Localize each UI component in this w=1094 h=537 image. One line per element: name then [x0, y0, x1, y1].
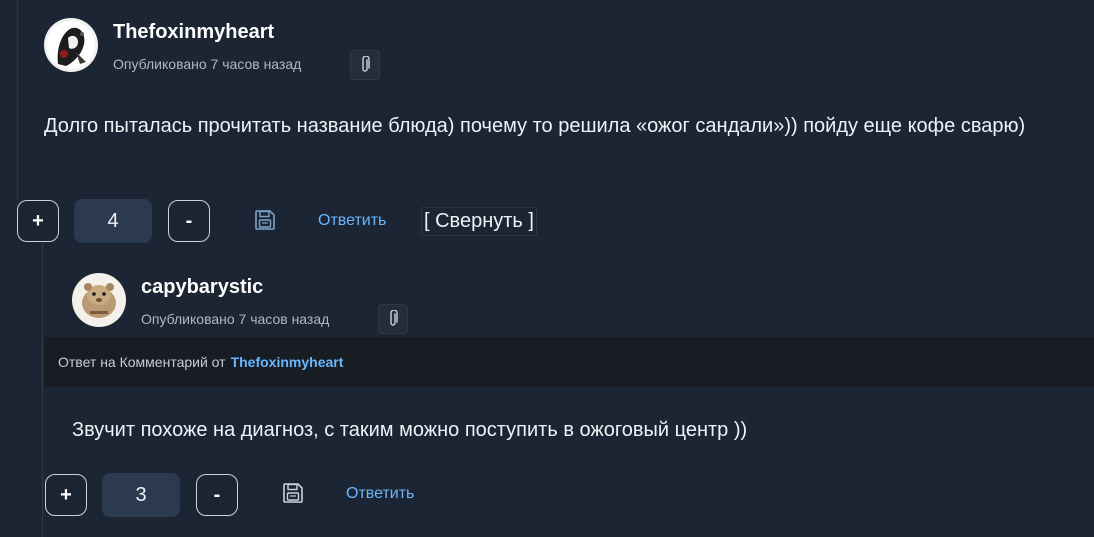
upvote-button[interactable]: +	[17, 200, 59, 242]
reply-context-bar: Ответ на Комментарий от Thefoxinmyheart	[44, 337, 1094, 387]
thread-line-nested	[42, 244, 43, 537]
collapse-button[interactable]: [ Свернуть ]	[421, 207, 537, 236]
reply-link[interactable]: Ответить	[318, 212, 386, 230]
comment-author[interactable]: Thefoxinmyheart	[113, 21, 274, 44]
upvote-button[interactable]: +	[45, 474, 87, 516]
comment-text: Долго пыталась прочитать название блюда)…	[44, 115, 1026, 137]
comment-author[interactable]: capybarystic	[141, 276, 263, 299]
downvote-button[interactable]: -	[168, 200, 210, 242]
avatar[interactable]	[72, 273, 126, 327]
reply-link[interactable]: Ответить	[346, 485, 414, 503]
reply-target-link[interactable]: Thefoxinmyheart	[231, 354, 344, 370]
save-floppy-icon[interactable]	[253, 208, 277, 232]
downvote-button[interactable]: -	[196, 474, 238, 516]
avatar[interactable]	[44, 18, 98, 72]
save-floppy-icon[interactable]	[281, 481, 305, 505]
comment-timestamp: Опубликовано 7 часов назад	[113, 56, 302, 72]
reply-context-label: Ответ на Комментарий от	[58, 354, 226, 370]
vote-count: 4	[74, 199, 152, 243]
thread-line	[17, 0, 18, 200]
permalink-button[interactable]	[378, 304, 408, 334]
comments-thread: Thefoxinmyheart Опубликовано 7 часов наз…	[0, 0, 1094, 537]
permalink-button[interactable]	[350, 50, 380, 80]
comment-timestamp: Опубликовано 7 часов назад	[141, 311, 330, 327]
comment-text: Звучит похоже на диагноз, с таким можно …	[72, 419, 748, 441]
paperclip-icon	[390, 310, 398, 326]
paperclip-icon	[362, 56, 370, 72]
vote-count: 3	[102, 473, 180, 517]
